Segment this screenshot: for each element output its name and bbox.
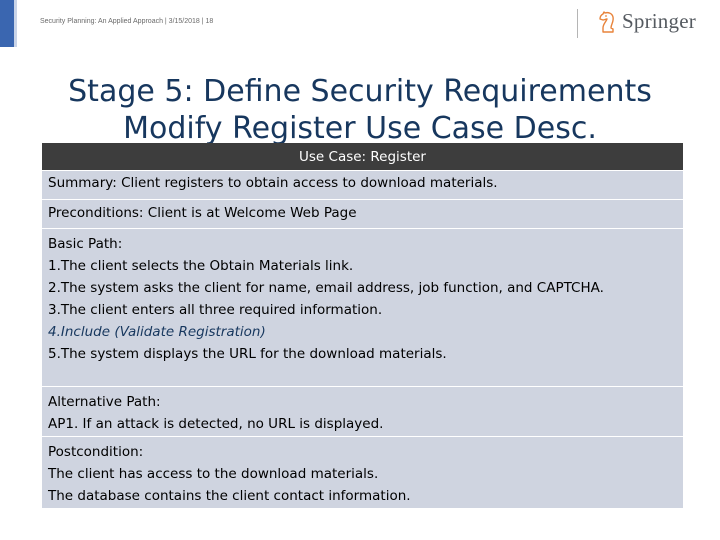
basic-path-step: 3.The client enters all three required i… <box>48 302 383 318</box>
alternative-path-suffix: : <box>156 394 161 410</box>
alternative-path-row: Alternative Path: AP1. If an attack is d… <box>42 387 683 437</box>
basic-path-step: 2.The system asks the client for name, e… <box>48 280 604 296</box>
basic-path-label: Basic Path <box>48 236 118 252</box>
basic-path-step-include: 4.Include (Validate Registration) <box>48 324 266 340</box>
preconditions-label: Preconditions <box>48 205 139 221</box>
postcondition-suffix: : <box>138 444 144 460</box>
basic-path-step: 1.The client selects the Obtain Material… <box>48 258 354 274</box>
alternative-path-text: AP1. If an attack is detected, no URL is… <box>48 416 384 432</box>
header-divider <box>577 9 578 38</box>
logo-text: Springer <box>622 9 696 33</box>
postcondition-heading: Postcondition: <box>48 441 677 463</box>
summary-label: Summary <box>48 175 113 191</box>
basic-path-row: Basic Path: 1.The client selects the Obt… <box>42 229 683 387</box>
preconditions-text: : Client is at Welcome Web Page <box>138 205 357 221</box>
left-accent-shade <box>14 0 17 47</box>
use-case-table: Use Case: Register Summary: Client regis… <box>42 143 683 509</box>
alternative-path-heading: Alternative Path: <box>48 391 677 413</box>
table-heading: Use Case: Register <box>42 143 683 171</box>
postcondition-label: Postcondition <box>48 444 139 460</box>
slide-title-line2: Modify Register Use Case Desc. <box>123 111 597 146</box>
basic-path-step: 5.The system displays the URL for the do… <box>48 346 447 362</box>
basic-path-heading: Basic Path: <box>48 233 677 255</box>
summary-row: Summary: Client registers to obtain acce… <box>42 171 683 200</box>
alternative-path-label: Alternative Path <box>48 394 157 410</box>
preconditions-row: Preconditions: Client is at Welcome Web … <box>42 200 683 229</box>
summary-text: : Client registers to obtain access to d… <box>112 175 498 191</box>
left-accent-bar <box>0 0 14 47</box>
postcondition-line: The client has access to the download ma… <box>48 466 379 482</box>
postcondition-row: Postcondition: The client has access to … <box>42 437 683 509</box>
slide-title-line1: Stage 5: Define Security Requirements <box>68 74 652 109</box>
slide-citation: Security Planning: An Applied Approach |… <box>40 18 214 25</box>
postcondition-line: The database contains the client contact… <box>48 488 411 504</box>
springer-logo: Springer <box>598 9 696 34</box>
basic-path-suffix: : <box>117 236 123 252</box>
chess-knight-icon <box>599 10 614 33</box>
